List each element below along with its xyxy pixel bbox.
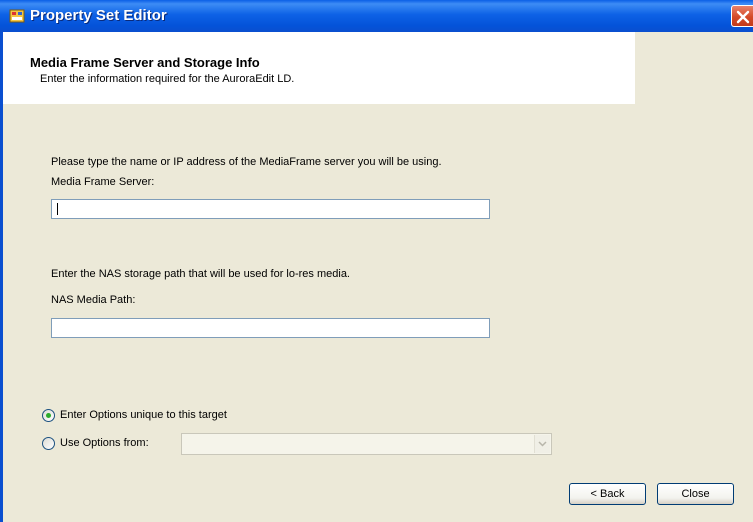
server-label: Media Frame Server: bbox=[51, 176, 155, 188]
back-button[interactable]: < Back bbox=[569, 483, 646, 505]
nas-label: NAS Media Path: bbox=[51, 294, 136, 306]
options-unique-radio[interactable] bbox=[42, 409, 55, 422]
title-bar[interactable]: Property Set Editor bbox=[0, 0, 753, 32]
nas-instruction: Enter the NAS storage path that will be … bbox=[51, 268, 350, 280]
use-options-from-label[interactable]: Use Options from: bbox=[60, 437, 149, 449]
header-subtitle: Enter the information required for the A… bbox=[40, 73, 295, 85]
app-icon bbox=[9, 8, 25, 24]
use-options-from-radio[interactable] bbox=[42, 437, 55, 450]
property-set-editor-window: Property Set Editor Media Frame Server a… bbox=[0, 0, 753, 522]
nas-media-path-input[interactable] bbox=[51, 318, 490, 338]
use-options-from-combo[interactable] bbox=[181, 433, 552, 455]
close-window-button[interactable] bbox=[731, 5, 753, 27]
wizard-header: Media Frame Server and Storage Info Ente… bbox=[3, 32, 635, 104]
window-title: Property Set Editor bbox=[30, 7, 167, 24]
close-button[interactable]: Close bbox=[657, 483, 734, 505]
header-title: Media Frame Server and Storage Info bbox=[30, 55, 260, 70]
combo-dropdown-button[interactable] bbox=[534, 435, 550, 453]
chevron-down-icon bbox=[538, 441, 547, 447]
media-frame-server-input[interactable] bbox=[51, 199, 490, 219]
close-icon bbox=[736, 10, 750, 24]
options-unique-label[interactable]: Enter Options unique to this target bbox=[60, 409, 227, 421]
text-caret bbox=[57, 203, 58, 215]
server-instruction: Please type the name or IP address of th… bbox=[51, 156, 442, 168]
window-frame-left bbox=[0, 32, 3, 522]
radio-selected-dot bbox=[46, 413, 51, 418]
